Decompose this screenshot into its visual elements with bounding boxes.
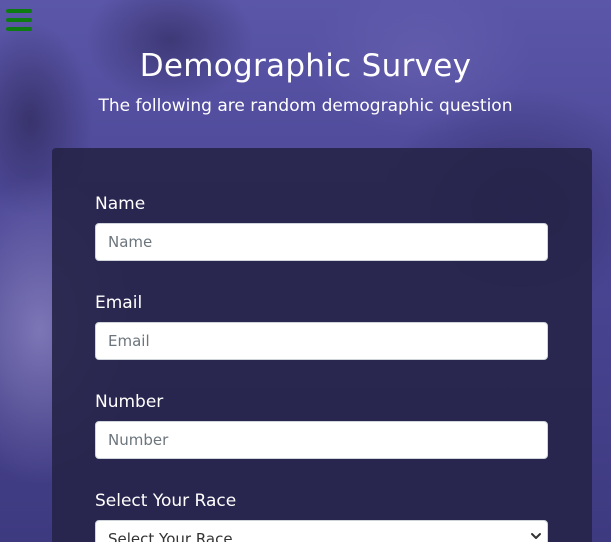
race-select[interactable]: Select Your Race — [95, 520, 548, 542]
number-field-group: Number — [95, 390, 548, 459]
email-label: Email — [95, 293, 143, 313]
menu-bar-top — [6, 9, 32, 13]
email-field-group: Email — [95, 291, 548, 360]
race-label: Select Your Race — [95, 491, 237, 511]
number-input[interactable] — [95, 421, 548, 459]
menu-bar-bottom — [6, 27, 32, 31]
hamburger-menu-icon[interactable] — [6, 9, 32, 31]
survey-header: Demographic Survey The following are ran… — [0, 44, 611, 118]
race-select-value: Select Your Race — [108, 530, 233, 542]
name-field-group: Name — [95, 192, 548, 261]
number-label: Number — [95, 392, 164, 412]
email-input[interactable] — [95, 322, 548, 360]
page-title: Demographic Survey — [139, 48, 472, 84]
race-field-group: Select Your Race Select Your Race — [95, 489, 548, 542]
name-label: Name — [95, 194, 146, 214]
menu-bar-middle — [6, 18, 32, 22]
page-subtitle: The following are random demographic que… — [98, 96, 513, 116]
chevron-down-icon — [531, 533, 541, 539]
name-input[interactable] — [95, 223, 548, 261]
survey-form: Name Email Number Select Your Race Selec… — [52, 148, 592, 542]
